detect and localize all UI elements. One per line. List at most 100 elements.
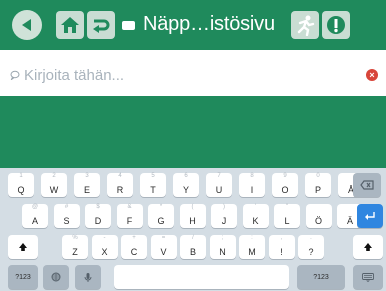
speech-bubble-icon — [10, 70, 20, 80]
key-hint: / — [192, 235, 194, 241]
key-hint: 9 — [283, 173, 287, 179]
clear-input-button[interactable]: × — [366, 69, 378, 81]
shift-right-key[interactable] — [353, 235, 383, 259]
back-button[interactable] — [12, 10, 42, 40]
key-label: S — [63, 216, 70, 226]
key-label: P — [314, 185, 321, 195]
key-label: Ä — [346, 216, 353, 226]
close-icon: × — [369, 70, 375, 80]
key-o[interactable]: 9O — [272, 173, 298, 197]
text-input[interactable] — [24, 66, 354, 84]
key-z[interactable]: % Z — [62, 235, 88, 259]
key-g[interactable]: * G — [148, 204, 174, 228]
globe-key[interactable] — [43, 265, 69, 289]
key-label: Ö — [314, 216, 322, 226]
key-s[interactable]: # S — [53, 204, 80, 228]
key-c[interactable]: + C — [121, 235, 147, 259]
backspace-icon — [360, 180, 374, 190]
key-label: I — [250, 185, 254, 195]
info-icon — [327, 16, 345, 34]
key-label: X — [101, 247, 108, 257]
key-hint: 7 — [217, 173, 221, 179]
shift-icon — [19, 243, 27, 251]
key-label: Y — [182, 185, 189, 195]
key-hint: % — [72, 235, 78, 241]
key-m[interactable]: :M — [239, 235, 265, 259]
home-button[interactable] — [56, 11, 84, 39]
key-q[interactable]: 1Q — [8, 173, 34, 197]
key-ö[interactable]: Ö — [305, 204, 332, 228]
key-hint: - — [103, 235, 106, 241]
run-button[interactable] — [291, 11, 319, 39]
key-label: R — [116, 185, 124, 195]
key-b[interactable]: / B — [180, 235, 206, 259]
key-hint: = — [161, 235, 166, 241]
back-arrow-icon — [22, 19, 31, 31]
key-n[interactable]: ; N — [209, 235, 236, 259]
top-toolbar: Näpp…istösivu — [0, 0, 386, 50]
numbers-right-key[interactable]: ?123 — [297, 265, 345, 289]
key-label: E — [83, 185, 90, 195]
key-e[interactable]: 3E — [74, 173, 100, 197]
key-label: G — [157, 216, 165, 226]
backspace-key[interactable] — [353, 173, 381, 197]
key-hint: ) — [223, 204, 225, 210]
key-l[interactable]: " L — [274, 204, 300, 228]
onscreen-keyboard: 1 Q 2 W 3 E 4 R 5 T 6 Y 7 U 8 I 9 O 0 P Å @ A # S $ D & F * G(H) J ' K " L Ö… — [0, 168, 386, 291]
key-hint: & — [127, 204, 132, 210]
key-label: V — [160, 247, 167, 257]
page-title: Näpp…istösivu — [122, 13, 275, 36]
key-p[interactable]: 0P — [305, 173, 331, 197]
key-v[interactable]: = V — [150, 235, 177, 259]
key-label: N — [219, 247, 226, 257]
key-label: ! — [280, 247, 283, 257]
key-exclamation[interactable]: ,! — [268, 235, 295, 259]
enter-key[interactable] — [357, 204, 383, 228]
key-label: U — [215, 185, 223, 195]
key-hint: 2 — [52, 173, 56, 179]
key-hint: , — [280, 235, 283, 241]
key-i[interactable]: 8I — [239, 173, 265, 197]
key-label: J — [221, 216, 227, 226]
key-label: A — [31, 216, 38, 226]
key-y[interactable]: 6Y — [173, 173, 199, 197]
key-t[interactable]: 5T — [140, 173, 166, 197]
key-f[interactable]: & F — [116, 204, 143, 228]
key-hint: # — [64, 204, 69, 210]
key-k[interactable]: ' K — [242, 204, 269, 228]
key-hint: . — [310, 235, 312, 241]
key-w[interactable]: 2W — [41, 173, 67, 197]
key-label: O — [281, 185, 289, 195]
key-hint: 6 — [184, 173, 188, 179]
key-hint: ( — [191, 204, 194, 210]
key-hint: : — [251, 235, 253, 241]
key-d[interactable]: $ D — [85, 204, 111, 228]
key-label: B — [189, 247, 196, 257]
key-j[interactable]: ) J — [211, 204, 237, 228]
info-button[interactable] — [322, 11, 350, 39]
numbers-left-key[interactable]: ?123 — [8, 265, 38, 289]
key-label: L — [284, 216, 290, 226]
key-hint: ' — [254, 204, 257, 210]
undo-icon — [93, 19, 110, 33]
key-hint: * — [159, 204, 163, 210]
key-label: ?123 — [15, 273, 31, 281]
hide-keyboard-key[interactable] — [353, 265, 383, 289]
home-icon — [61, 17, 79, 33]
key-question[interactable]: .? — [298, 235, 324, 259]
shift-left-key[interactable] — [8, 235, 38, 259]
key-hint: 5 — [151, 173, 155, 179]
key-h[interactable]: (H — [179, 204, 206, 228]
key-label: F — [126, 216, 133, 226]
microphone-key[interactable] — [75, 265, 101, 289]
key-label: ? — [308, 247, 314, 257]
space-bar[interactable] — [114, 265, 289, 289]
undo-button[interactable] — [87, 11, 115, 39]
key-u[interactable]: 7U — [206, 173, 232, 197]
key-label: D — [94, 216, 102, 226]
key-r[interactable]: 4R — [107, 173, 133, 197]
keyboard-icon — [362, 272, 374, 282]
key-a[interactable]: @ A — [22, 204, 48, 228]
running-figure-icon — [297, 15, 315, 36]
key-x[interactable]: -X — [91, 235, 118, 259]
